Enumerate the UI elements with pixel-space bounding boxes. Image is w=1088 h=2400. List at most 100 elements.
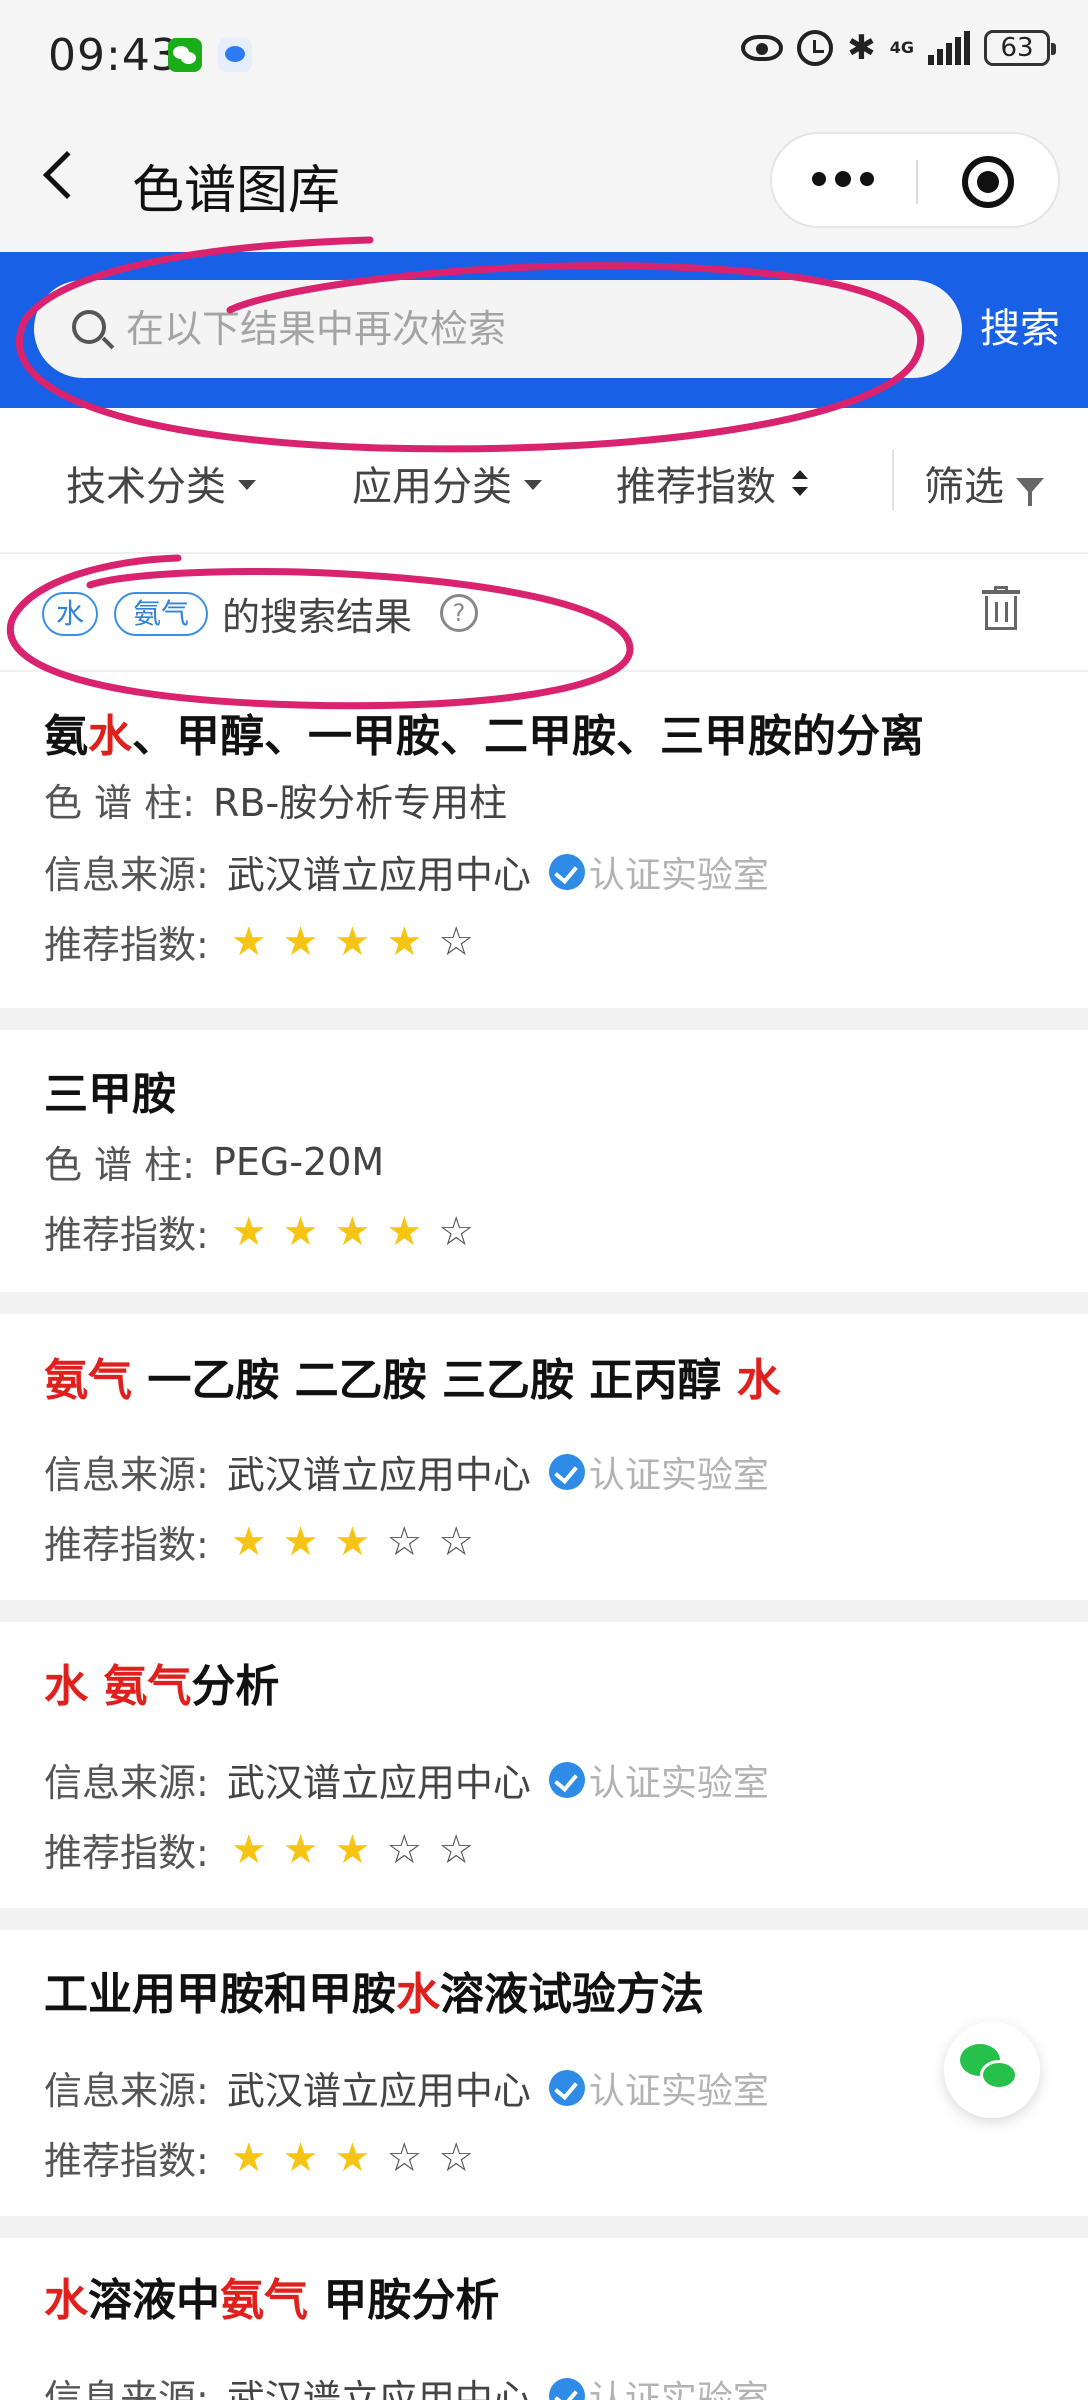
alarm-icon (797, 30, 834, 66)
source-label: 信息来源: (44, 2069, 209, 2113)
wechat-icon (958, 2040, 1028, 2100)
result-card[interactable]: 工业用甲胺和甲胺水溶液试验方法 信息来源: 武汉谱立应用中心 认证实验室 推荐指数: ★ ★… (0, 1930, 1088, 2216)
eye-icon (741, 35, 784, 61)
wechat-notification-icon (168, 38, 202, 72)
search-box[interactable] (34, 280, 962, 378)
result-card[interactable]: 水 氨气分析 信息来源: 武汉谱立应用中心 认证实验室 推荐指数: ★ ★ ★ ☆ ☆ (0, 1622, 1088, 1908)
close-mini-program-icon[interactable] (962, 156, 1014, 208)
page-title: 色谱图库 (132, 161, 341, 221)
verified-label: 认证实验室 (588, 1454, 769, 1496)
verified-badge-icon (548, 853, 585, 890)
verified-badge-icon (548, 2377, 585, 2400)
search-tag[interactable]: 氨气 (114, 592, 208, 636)
rating-label: 推荐指数: (44, 923, 209, 967)
filter-tech-category[interactable]: 技术分类 (66, 454, 256, 512)
star-filled-icon: ★ (386, 918, 423, 965)
title-keyword-highlight: 水 (396, 1969, 440, 2020)
source-value: 武汉谱立应用中心 (226, 853, 531, 897)
rating-label: 推荐指数: (44, 2139, 209, 2183)
title-text: 甲胺分析 (308, 2275, 500, 2326)
search-tag[interactable]: 水 (42, 592, 98, 636)
source-value: 武汉谱立应用中心 (226, 1453, 531, 1497)
star-filled-icon: ★ (230, 1826, 267, 1873)
result-card[interactable]: 氨水、甲醇、一甲胺、二甲胺、三甲胺的分离色 谱 柱: RB-胺分析专用柱 信息来源:… (0, 674, 1088, 1008)
column-label: 色 谱 柱: (44, 781, 195, 825)
search-input[interactable] (126, 302, 926, 356)
card-gap (0, 1292, 1088, 1314)
help-icon[interactable]: ? (440, 594, 478, 632)
back-icon[interactable] (42, 150, 92, 200)
title-text: 三甲胺 (44, 1069, 176, 1120)
column-row: 色 谱 柱: PEG-20M (44, 1134, 384, 1189)
source-row: 信息来源: 武汉谱立应用中心 认证实验室 (44, 844, 769, 899)
verified-label: 认证实验室 (588, 2378, 769, 2400)
source-label: 信息来源: (44, 1761, 209, 1805)
filter-app-category[interactable]: 应用分类 (352, 454, 542, 512)
star-filled-icon: ★ (230, 1208, 267, 1255)
filter-bar: 技术分类 应用分类 推荐指数 筛选 (0, 408, 1088, 554)
caret-down-icon (238, 480, 256, 490)
verified-badge-icon (548, 2069, 585, 2106)
title-text: 一乙胺 二乙胺 三乙胺 正丙醇 (132, 1355, 737, 1406)
result-card[interactable]: 水溶液中氨气 甲胺分析 信息来源: 武汉谱立应用中心 认证实验室 (0, 2238, 1088, 2400)
status-icons: ✱ 4G 63 (741, 28, 1056, 68)
star-filled-icon: ★ (282, 1826, 319, 1873)
network-type: 4G (889, 38, 914, 57)
filter-screen[interactable]: 筛选 (924, 454, 1044, 512)
rating-stars: ★ ★ ★ ☆ ☆ (231, 1830, 474, 1870)
verified-label: 认证实验室 (588, 854, 769, 896)
search-button[interactable]: 搜索 (980, 296, 1060, 354)
title-keyword-highlight: 氨气 (103, 1661, 192, 1712)
star-filled-icon: ★ (334, 1826, 371, 1873)
title-text: 分析 (191, 1661, 280, 1712)
title-keyword-highlight: 水 (736, 1355, 781, 1406)
result-card[interactable]: 氨气 一乙胺 二乙胺 三乙胺 正丙醇 水信息来源: 武汉谱立应用中心 认证实验室 推荐… (0, 1314, 1088, 1600)
card-gap (0, 1908, 1088, 1930)
more-icon[interactable] (812, 171, 874, 187)
status-time: 09:43 (48, 30, 180, 81)
title-text: 溶液试验方法 (440, 1969, 704, 2020)
message-notification-icon (218, 38, 252, 72)
search-band: 搜索 (0, 252, 1088, 408)
battery-icon: 63 (984, 30, 1056, 66)
rating-row: 推荐指数: ★ ★ ★ ☆ ☆ (44, 1822, 474, 1877)
filter-rating-sort[interactable]: 推荐指数 (616, 454, 808, 512)
title-text: 氨 (44, 711, 88, 762)
star-filled-icon: ★ (334, 2134, 371, 2181)
title-keyword-highlight: 水 (88, 711, 132, 762)
column-label: 色 谱 柱: (44, 1143, 195, 1187)
bluetooth-icon: ✱ (847, 28, 876, 68)
star-filled-icon: ★ (334, 1208, 371, 1255)
star-empty-icon: ☆ (386, 1518, 423, 1565)
rating-row: 推荐指数: ★ ★ ★ ☆ ☆ (44, 2130, 474, 2185)
rating-stars: ★ ★ ★ ★ ☆ (231, 922, 474, 962)
star-empty-icon: ☆ (438, 2134, 475, 2181)
star-empty-icon: ☆ (438, 1826, 475, 1873)
column-row: 色 谱 柱: RB-胺分析专用柱 (44, 772, 507, 827)
wechat-share-button[interactable] (944, 2022, 1040, 2118)
result-title: 氨水、甲醇、一甲胺、二甲胺、三甲胺的分离 (44, 700, 924, 764)
filter-divider (892, 450, 894, 510)
verified-label: 认证实验室 (588, 2070, 769, 2112)
column-value: RB-胺分析专用柱 (212, 781, 508, 825)
result-title: 水 氨气分析 (44, 1650, 279, 1714)
star-filled-icon: ★ (334, 918, 371, 965)
verified-label: 认证实验室 (588, 1762, 769, 1804)
caret-down-icon (524, 480, 542, 490)
rating-label: 推荐指数: (44, 1213, 209, 1257)
star-filled-icon: ★ (334, 1518, 371, 1565)
search-icon (72, 310, 106, 344)
source-row: 信息来源: 武汉谱立应用中心 认证实验室 (44, 2368, 769, 2400)
rating-row: 推荐指数: ★ ★ ★ ★ ☆ (44, 914, 474, 969)
star-filled-icon: ★ (282, 2134, 319, 2181)
result-card[interactable]: 三甲胺色 谱 柱: PEG-20M 推荐指数: ★ ★ ★ ★ ☆ (0, 1030, 1088, 1292)
star-filled-icon: ★ (386, 1208, 423, 1255)
source-value: 武汉谱立应用中心 (226, 2069, 531, 2113)
card-gap (0, 1008, 1088, 1030)
trash-icon[interactable] (982, 586, 1020, 632)
source-label: 信息来源: (44, 1453, 209, 1497)
title-text: 、甲醇、一甲胺、二甲胺、三甲胺的分离 (132, 711, 924, 762)
rating-stars: ★ ★ ★ ☆ ☆ (231, 1522, 474, 1562)
rating-row: 推荐指数: ★ ★ ★ ☆ ☆ (44, 1514, 474, 1569)
star-filled-icon: ★ (282, 918, 319, 965)
